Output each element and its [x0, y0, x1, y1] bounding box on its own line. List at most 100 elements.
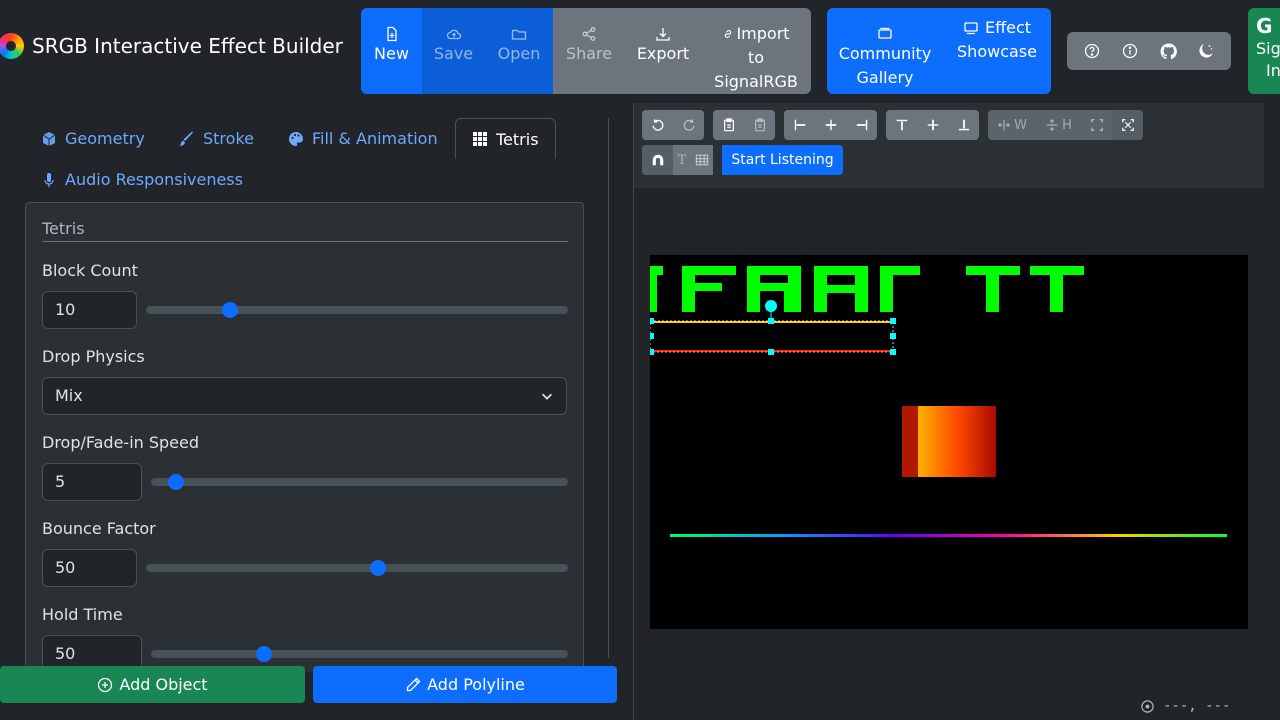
drop-speed-slider[interactable]: [151, 474, 568, 490]
share-label: Share: [565, 44, 613, 63]
table-tool-button[interactable]: [691, 145, 713, 175]
brand: SRGB Interactive Effect Builder: [0, 33, 343, 59]
export-button[interactable]: Export: [625, 8, 701, 94]
drop-speed-input[interactable]: 5: [42, 463, 142, 501]
align-vertical-group: [886, 110, 979, 140]
share-button[interactable]: Share: [553, 8, 625, 94]
bounce-factor-slider[interactable]: [146, 560, 568, 576]
download-icon: [656, 28, 670, 41]
tab-stroke[interactable]: Stroke: [179, 118, 254, 159]
open-button[interactable]: Open: [485, 8, 553, 94]
match-width-button[interactable]: W: [988, 110, 1036, 140]
copy-button[interactable]: [713, 110, 744, 140]
properties-panel: Geometry Stroke Fill & Animation Tetris …: [0, 118, 610, 672]
resize-handle[interactable]: [768, 349, 774, 355]
import-label-line3: SignalRGB: [714, 72, 798, 91]
add-object-button[interactable]: Add Object: [0, 666, 305, 703]
brush-icon: [180, 131, 193, 146]
align-middle-icon: [927, 119, 938, 131]
chevron-down-icon: [542, 393, 552, 400]
canvas-text-shape[interactable]: [650, 266, 1084, 312]
save-button[interactable]: Save: [422, 8, 485, 94]
new-label: New: [374, 44, 409, 63]
block-count-slider-thumb[interactable]: [222, 302, 239, 318]
palette-icon: [289, 131, 303, 146]
bounce-factor-slider-thumb[interactable]: [370, 560, 387, 576]
help-icon[interactable]: [1083, 42, 1101, 60]
app-logo-icon: [0, 33, 24, 59]
tab-fill-animation[interactable]: Fill & Animation: [288, 118, 438, 159]
resize-handle[interactable]: [890, 333, 896, 339]
width-icon: [998, 119, 1011, 131]
effect-canvas[interactable]: [650, 255, 1248, 629]
tab-audio-label: Audio Responsiveness: [65, 170, 243, 189]
effect-showcase-button[interactable]: Effect Showcase: [943, 8, 1051, 94]
resize-handle[interactable]: [890, 318, 896, 324]
redo-icon: [683, 119, 694, 131]
new-button[interactable]: New: [361, 8, 422, 94]
table-icon: [695, 154, 709, 166]
resize-handle[interactable]: [890, 349, 896, 355]
community-gallery-button[interactable]: Community Gallery: [827, 8, 943, 94]
paste-button[interactable]: [744, 110, 775, 140]
undo-button[interactable]: [642, 110, 673, 140]
tab-tetris[interactable]: Tetris: [455, 118, 556, 159]
folder-icon: [511, 29, 527, 40]
resize-handle[interactable]: [650, 333, 654, 339]
github-icon[interactable]: [1159, 42, 1177, 60]
tetris-block-edge[interactable]: [902, 406, 918, 477]
pencil-icon: [406, 677, 421, 691]
sign-in-button[interactable]: G Sig In: [1248, 8, 1280, 94]
rainbow-line[interactable]: [670, 534, 1227, 537]
align-left-icon: [794, 119, 805, 131]
block-count-label: Block Count: [42, 261, 138, 280]
showcase-label-line2: Showcase: [957, 42, 1037, 61]
cube-icon: [42, 131, 56, 146]
align-right-button[interactable]: [846, 110, 877, 140]
align-top-button[interactable]: [886, 110, 917, 140]
match-height-button[interactable]: H: [1036, 110, 1081, 140]
tab-tetris-label: Tetris: [496, 129, 539, 149]
panel-divider: [633, 103, 634, 720]
redo-button[interactable]: [673, 110, 704, 140]
fit-button[interactable]: [1081, 110, 1112, 140]
align-middle-button[interactable]: [917, 110, 948, 140]
align-bottom-button[interactable]: [948, 110, 979, 140]
resize-handle[interactable]: [768, 318, 774, 324]
theme-toggle-icon[interactable]: [1197, 42, 1215, 60]
rotate-handle[interactable]: [765, 300, 777, 312]
history-group: [642, 110, 704, 140]
match-height-label: H: [1062, 117, 1072, 133]
align-right-icon: [856, 119, 867, 131]
drop-physics-select[interactable]: Mix: [42, 377, 567, 415]
clipboard-icon: [723, 118, 734, 132]
resize-handle[interactable]: [650, 318, 654, 324]
canvas-drawing: [650, 266, 1227, 537]
text-tool-button[interactable]: T: [673, 145, 691, 175]
drop-speed-slider-thumb[interactable]: [168, 474, 185, 490]
start-listening-button[interactable]: Start Listening: [722, 145, 843, 175]
clipboard-paste-icon: [754, 118, 765, 132]
resize-handle[interactable]: [650, 349, 654, 355]
tab-audio-responsiveness[interactable]: Audio Responsiveness: [41, 159, 243, 200]
tetris-block[interactable]: [918, 406, 996, 477]
import-signalrgb-button[interactable]: Import to SignalRGB: [701, 8, 811, 94]
add-polyline-button[interactable]: Add Polyline: [313, 666, 617, 703]
hold-time-slider[interactable]: [151, 646, 568, 662]
expand-icon: [1121, 119, 1134, 131]
bounce-factor-input[interactable]: 50: [42, 549, 137, 587]
align-left-button[interactable]: [784, 110, 815, 140]
info-icon[interactable]: [1121, 42, 1139, 60]
height-icon: [1046, 118, 1058, 132]
block-count-input[interactable]: 10: [42, 291, 137, 329]
google-icon: G: [1256, 14, 1273, 38]
block-count-slider[interactable]: [146, 302, 568, 318]
expand-button[interactable]: [1112, 110, 1143, 140]
align-center-h-button[interactable]: [815, 110, 846, 140]
hold-time-slider-thumb[interactable]: [255, 646, 272, 662]
magnet-button[interactable]: [642, 145, 673, 175]
gallery-icon: [878, 27, 892, 39]
align-center-h-icon: [825, 119, 836, 131]
legend-divider: [42, 241, 568, 242]
tab-geometry[interactable]: Geometry: [41, 118, 145, 159]
